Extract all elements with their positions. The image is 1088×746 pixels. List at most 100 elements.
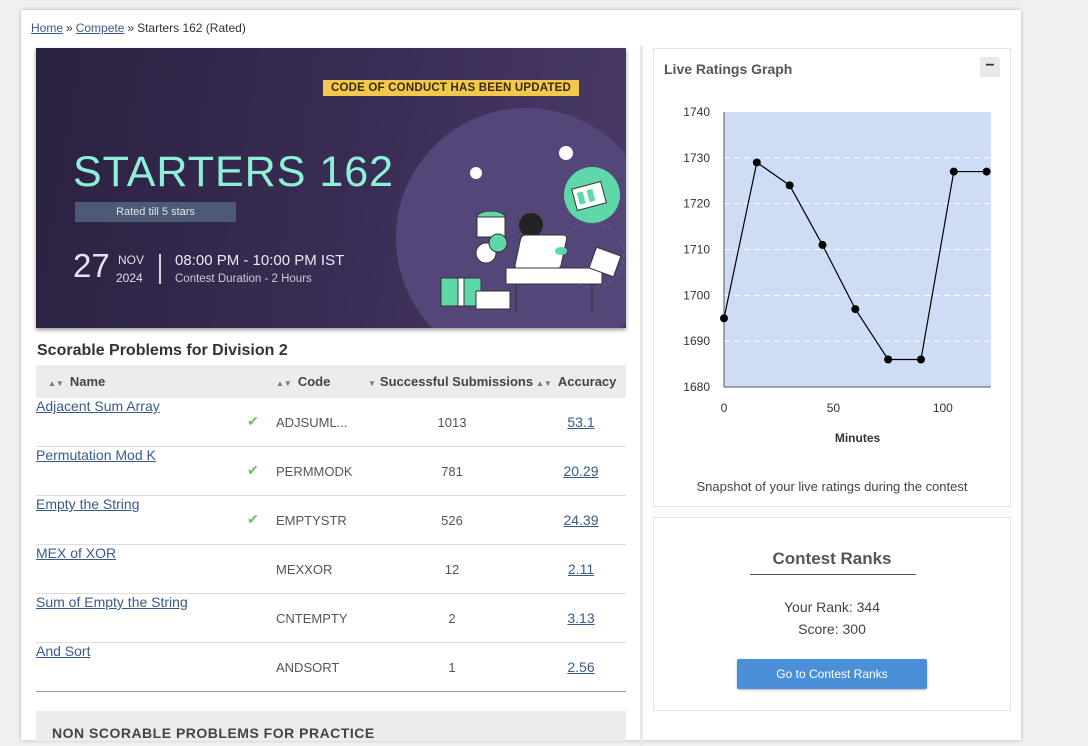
y-tick-label: 1740 <box>683 105 710 119</box>
x-tick-label: 0 <box>721 401 728 415</box>
successful-submissions: 781 <box>368 446 536 496</box>
breadcrumb-separator: » <box>66 21 73 35</box>
problem-name-cell: Adjacent Sum Array ✔ <box>36 398 276 447</box>
column-header-name[interactable]: ▲▼ Name <box>36 365 276 398</box>
contest-day: 27 <box>73 247 110 284</box>
x-tick-label: 50 <box>827 401 841 415</box>
sort-desc-icon: ▼ <box>368 379 376 388</box>
problem-code: CNTEMPTY <box>276 593 368 643</box>
contest-duration: Contest Duration - 2 Hours <box>175 273 312 285</box>
y-tick-label: 1690 <box>683 334 710 348</box>
scorable-problems-heading: Scorable Problems for Division 2 <box>37 342 288 359</box>
rating-point <box>851 305 860 314</box>
contest-ranks-card: Contest Ranks Your Rank: 344 Score: 300 … <box>653 517 1011 711</box>
table-row: Permutation Mod K ✔ PERMMODK 781 20.29 <box>36 446 626 496</box>
contest-banner: CODE OF CONDUCT HAS BEEN UPDATED STARTER… <box>36 48 626 328</box>
solved-check-icon: ✔ <box>247 511 259 527</box>
y-tick-label: 1680 <box>683 380 710 394</box>
column-header-label: Code <box>297 374 331 389</box>
contest-month: NOV <box>118 253 145 267</box>
problem-code: EMPTYSTR <box>276 495 368 545</box>
date-divider <box>159 254 161 284</box>
y-tick-label: 1700 <box>683 288 710 302</box>
ratings-chart: 1680 1690 1700 1710 1720 1730 1740 0 50 100 Minute… <box>683 105 991 445</box>
problem-code: PERMMODK <box>276 446 368 496</box>
title-underline <box>750 574 916 575</box>
problem-name[interactable]: And Sort <box>36 643 90 659</box>
go-to-contest-ranks-button[interactable]: Go to Contest Ranks <box>737 659 927 689</box>
breadcrumb-current: Starters 162 (Rated) <box>137 21 246 35</box>
accuracy-cell: 2.11 <box>536 544 626 594</box>
problem-name[interactable]: Adjacent Sum Array <box>36 398 160 414</box>
solved-check-icon: ✔ <box>247 462 259 478</box>
accuracy-link[interactable]: 24.39 <box>563 512 598 528</box>
table-row: Empty the String ✔ EMPTYSTR 526 24.39 <box>36 495 626 545</box>
problem-name[interactable]: Sum of Empty the String <box>36 594 188 610</box>
contest-time: 08:00 PM - 10:00 PM IST <box>175 252 345 269</box>
sort-icon: ▲▼ <box>536 379 552 388</box>
y-tick-label: 1730 <box>683 151 710 165</box>
table-row: And Sort ANDSORT 1 2.56 <box>36 642 626 692</box>
breadcrumb-compete-link[interactable]: Compete <box>76 21 125 35</box>
column-header-accuracy[interactable]: ▲▼ Accuracy <box>536 365 626 398</box>
column-header-label: Accuracy <box>557 374 617 389</box>
rating-point <box>720 314 728 323</box>
problem-name[interactable]: MEX of XOR <box>36 545 116 561</box>
problem-name-cell: MEX of XOR <box>36 544 276 594</box>
rating-point <box>818 240 827 249</box>
non-scorable-section-header: NON SCORABLE PROBLEMS FOR PRACTICE <box>36 711 626 741</box>
rated-badge: Rated till 5 stars <box>75 202 236 222</box>
rating-point <box>884 355 893 364</box>
contest-year: 2024 <box>116 271 143 285</box>
column-header-label: Successful Submissions <box>379 374 534 389</box>
accuracy-link[interactable]: 20.29 <box>563 463 598 479</box>
rating-point <box>916 355 925 364</box>
non-scorable-heading: NON SCORABLE PROBLEMS FOR PRACTICE <box>52 725 375 741</box>
successful-submissions: 12 <box>368 544 536 594</box>
breadcrumb-home-link[interactable]: Home <box>31 21 63 35</box>
accuracy-cell: 24.39 <box>536 495 626 545</box>
breadcrumb-separator: » <box>127 21 135 35</box>
accuracy-link[interactable]: 3.13 <box>567 610 594 626</box>
column-divider <box>640 46 643 746</box>
problem-code: MEXXOR <box>276 544 368 594</box>
problems-table: ▲▼ Name ▲▼ Code ▼ Successful Submissions ▲▼… <box>36 365 626 692</box>
live-ratings-card: Live Ratings Graph − 1680 1690 1700 1710 172… <box>653 48 1011 507</box>
accuracy-link[interactable]: 2.56 <box>567 659 594 675</box>
problem-code: ANDSORT <box>276 642 368 692</box>
contest-title: STARTERS 162 <box>73 148 395 196</box>
problem-name-cell: And Sort <box>36 642 276 692</box>
column-header-submissions[interactable]: ▼ Successful Submissions <box>368 365 536 398</box>
coder-illustration <box>440 146 625 313</box>
y-tick-label: 1720 <box>683 197 710 211</box>
breadcrumb: Home» Compete» Starters 162 (Rated) <box>31 21 246 35</box>
accuracy-cell: 53.1 <box>536 398 626 447</box>
table-row: Adjacent Sum Array ✔ ADJSUML... 1013 53.1 <box>36 398 626 447</box>
table-row: Sum of Empty the String CNTEMPTY 2 3.13 <box>36 593 626 643</box>
accuracy-cell: 20.29 <box>536 446 626 496</box>
graph-caption: Snapshot of your live ratings during the… <box>696 479 968 494</box>
accuracy-cell: 2.56 <box>536 642 626 692</box>
successful-submissions: 1013 <box>368 398 536 447</box>
accuracy-link[interactable]: 53.1 <box>567 414 594 430</box>
column-header-code[interactable]: ▲▼ Code <box>276 365 368 398</box>
accuracy-cell: 3.13 <box>536 593 626 643</box>
problem-code: ADJSUML... <box>276 398 368 447</box>
rating-point <box>752 158 761 167</box>
sort-icon: ▲▼ <box>48 379 64 388</box>
code-of-conduct-notice[interactable]: CODE OF CONDUCT HAS BEEN UPDATED <box>323 80 579 96</box>
problem-name-cell: Empty the String ✔ <box>36 495 276 545</box>
problem-name[interactable]: Empty the String <box>36 496 140 512</box>
your-rank: Your Rank: 344 <box>784 599 880 615</box>
column-header-label: Name <box>69 374 106 389</box>
sort-icon: ▲▼ <box>276 379 292 388</box>
page: Home» Compete» Starters 162 (Rated) CODE O… <box>21 10 1021 746</box>
accuracy-link[interactable]: 2.11 <box>568 561 594 577</box>
successful-submissions: 2 <box>368 593 536 643</box>
table-row: MEX of XOR MEXXOR 12 2.11 <box>36 544 626 594</box>
problem-name[interactable]: Permutation Mod K <box>36 447 156 463</box>
table-header-row: ▲▼ Name ▲▼ Code ▼ Successful Submissions ▲▼… <box>36 365 626 398</box>
your-score: Score: 300 <box>798 621 866 637</box>
solved-check-icon: ✔ <box>247 413 259 429</box>
x-tick-label: 100 <box>933 401 953 415</box>
